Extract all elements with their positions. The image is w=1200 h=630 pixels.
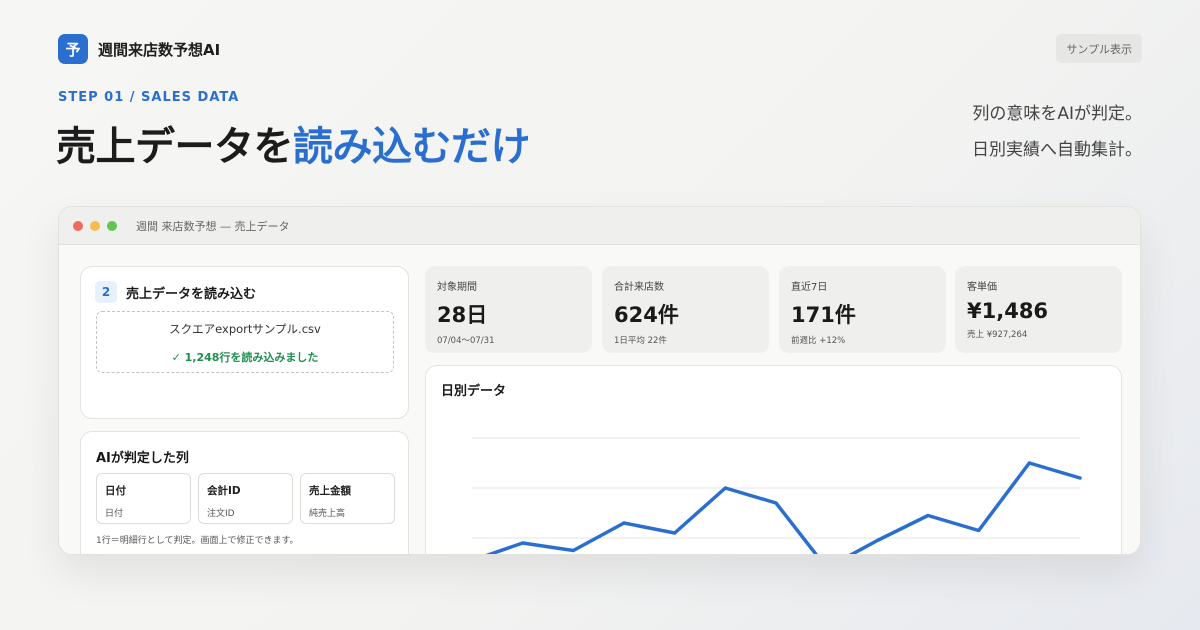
tagline: 列の意味をAIが判定。 日別実績へ自動集計。 xyxy=(972,96,1142,168)
stat-label: 直近7日 xyxy=(791,282,828,293)
data-point xyxy=(977,528,981,533)
headline: 売上データを読み込むだけ xyxy=(56,114,531,172)
file-dropzone[interactable]: スクエアexportサンプル.csv ✓ 1,248行を読み込みました xyxy=(96,311,394,373)
columns-note: 1行＝明細行として判定。画面上で修正できます。 xyxy=(96,536,299,546)
app-logo-icon: 予 xyxy=(58,34,88,64)
column-mapping-sales-amount[interactable]: 売上金額 純売上高 xyxy=(300,473,395,524)
stat-card-total-visits: 合計来店数 624件 1日平均 22件 xyxy=(602,266,769,353)
stat-value: ¥1,486 xyxy=(967,299,1049,323)
column-name: 売上金額 xyxy=(309,485,351,497)
stat-value: 624件 xyxy=(614,303,679,327)
data-point xyxy=(521,541,525,545)
daily-line-chart xyxy=(472,437,1082,554)
data-point xyxy=(1078,476,1082,480)
stat-label: 対象期間 xyxy=(437,282,477,293)
daily-data-card: 日別データ xyxy=(425,365,1122,554)
column-name: 日付 xyxy=(105,485,126,497)
stat-value: 28日 xyxy=(437,303,488,327)
step-number-badge: 2 xyxy=(95,281,117,303)
load-status: ✓ 1,248行を読み込みました xyxy=(171,351,319,364)
column-mapping-transaction-id[interactable]: 会計ID 注文ID xyxy=(198,473,293,524)
column-name: 会計ID xyxy=(207,485,241,497)
stat-label: 客単価 xyxy=(967,282,997,293)
window-close-button[interactable] xyxy=(73,220,83,231)
stat-label: 合計来店数 xyxy=(614,282,664,293)
column-source: 純売上高 xyxy=(309,509,346,519)
column-source: 注文ID xyxy=(207,509,235,519)
stat-sub: 07/04〜07/31 xyxy=(437,336,495,346)
column-source: 日付 xyxy=(105,509,124,519)
stat-sub: 売上 ¥927,264 xyxy=(967,330,1028,340)
detected-columns-card: AIが判定した列 日付 日付 会計ID 注文ID 売上金額 純売上高 1行＝明細… xyxy=(80,431,409,554)
tagline-line-2: 日別実績へ自動集計。 xyxy=(972,140,1142,160)
stat-value: 171件 xyxy=(791,303,856,327)
window-minimize-button[interactable] xyxy=(90,220,100,231)
upload-card: 2 売上データを読み込む スクエアexportサンプル.csv ✓ 1,248行… xyxy=(80,266,409,419)
data-point xyxy=(622,521,626,525)
data-point xyxy=(723,486,727,490)
series-line xyxy=(485,461,1082,554)
step-label: STEP 01 / SALES DATA xyxy=(58,90,240,105)
stat-sub: 1日平均 22件 xyxy=(614,336,667,346)
headline-main: 売上データを xyxy=(56,124,294,170)
upload-title: 売上データを読み込む xyxy=(126,287,257,302)
stat-sub: 前週比 +12% xyxy=(791,336,846,346)
data-point xyxy=(926,513,930,518)
stat-card-avg-spend: 客単価 ¥1,486 売上 ¥927,264 xyxy=(955,266,1122,353)
file-name: スクエアexportサンプル.csv xyxy=(169,322,321,336)
data-point xyxy=(673,531,677,535)
brand: 予 週間来店数予想AI xyxy=(58,34,220,64)
column-mapping-date[interactable]: 日付 日付 xyxy=(96,473,191,524)
stat-card-last-7-days: 直近7日 171件 前週比 +12% xyxy=(779,266,946,353)
app-window: 週間 来店数予想 — 売上データ 2 売上データを読み込む スクエアexport… xyxy=(58,206,1141,555)
sample-badge: サンプル表示 xyxy=(1056,34,1142,63)
data-point xyxy=(571,548,575,553)
data-point xyxy=(774,501,778,505)
tagline-line-1: 列の意味をAIが判定。 xyxy=(972,104,1142,124)
window-title: 週間 来店数予想 — 売上データ xyxy=(136,219,290,233)
headline-accent: 読み込むだけ xyxy=(293,124,531,170)
data-point xyxy=(1027,461,1031,465)
columns-title: AIが判定した列 xyxy=(96,451,189,466)
stat-card-period: 対象期間 28日 07/04〜07/31 xyxy=(425,266,592,353)
brand-name: 週間来店数予想AI xyxy=(98,40,221,59)
window-titlebar: 週間 来店数予想 — 売上データ xyxy=(59,207,1140,245)
data-point xyxy=(875,538,879,543)
window-maximize-button[interactable] xyxy=(107,220,117,231)
